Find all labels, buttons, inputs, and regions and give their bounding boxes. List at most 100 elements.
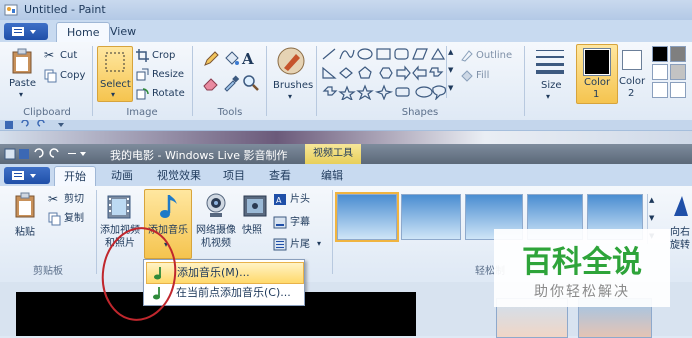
copy-icon [48,212,61,226]
watermark-subtitle: 助你轻松解决 [534,284,630,300]
moviemaker-tab-project[interactable]: 项目 [214,166,254,185]
scroll-up-icon: ▲ [649,196,655,204]
moviemaker-paste-label: 粘贴 [15,227,35,238]
clipboard-icon [12,48,32,74]
paint-size-button[interactable]: Size ▾ [528,44,572,118]
moviemaker-tab-home[interactable]: 开始 [54,166,96,186]
menu-icon [12,27,36,36]
pencil-icon [204,51,219,66]
eyedropper-icon [224,75,240,92]
eraser-tool-button[interactable] [202,74,220,92]
clipboard-icon [15,192,35,218]
context-tab-video-tools: 视频工具 [305,144,361,164]
credits-button[interactable]: 片尾 ▾ [273,237,329,253]
paint-file-menu-button[interactable] [4,23,48,40]
paint-paste-button[interactable]: Paste ▾ [6,46,40,100]
pencil-tool-button[interactable] [202,50,220,68]
palette-swatch[interactable] [652,64,668,80]
copy-icon [44,69,57,83]
scroll-up-icon: ▲ [448,48,454,56]
title-button-label: 片头 [290,194,310,205]
paint-fill-button[interactable]: Fill [460,68,524,84]
paint-color1-button[interactable]: Color 1 [576,44,618,104]
moviemaker-tab-view[interactable]: 查看 [260,166,300,185]
moviemaker-cut-button[interactable]: ✂ 剪切 [48,192,90,208]
add-music-button[interactable]: 添加音乐 ▾ [144,189,192,259]
caption-button[interactable]: 字幕 [273,215,329,231]
rotate-right-icon [674,196,688,216]
caption-button-label: 字幕 [290,217,310,228]
theme-thumbnail[interactable] [401,194,461,240]
moviemaker-file-menu-button[interactable] [4,167,50,184]
magnifier-tool-button[interactable] [242,74,260,92]
magnifier-icon [243,75,259,91]
paint-cut-button[interactable]: ✂ Cut [42,48,88,64]
palette-swatch[interactable] [652,46,668,62]
paint-title-bar: Untitled - Paint [0,0,692,20]
menu-icon [12,171,36,180]
add-video-photos-button[interactable]: 添加视频和照片 [99,190,141,256]
dropdown-item-add-music[interactable]: 添加音乐(M)... [146,262,304,284]
paint-fill-label: Fill [476,70,490,81]
divider [92,46,93,116]
film-photo-icon [107,195,131,219]
paint-rotate-button[interactable]: Rotate [135,86,189,102]
webcam-video-button[interactable]: 网络摄像机视频 [193,190,239,256]
chevron-down-icon: ▾ [111,90,116,99]
palette-swatch[interactable] [670,46,686,62]
add-music-label: 添加音乐 [148,225,188,236]
paint-brushes-label: Brushes [273,80,314,91]
dropdown-item-add-music-at-point[interactable]: 在当前点添加音乐(C)... [146,283,302,303]
divider [316,46,317,116]
paint-brushes-button[interactable]: Brushes ▾ [270,44,314,118]
fill-tool-button[interactable] [222,50,240,68]
quick-access-icons [5,120,64,129]
chevron-down-icon: ▾ [546,92,551,101]
add-music-dropdown-menu: 添加音乐(M)... 在当前点添加音乐(C)... [143,259,305,306]
snapshot-label: 快照 [242,225,262,236]
shapes-gallery-scrollbar[interactable]: ▲ ▼ ▼ [446,46,455,98]
paint-tab-view[interactable]: View [100,22,146,41]
color-palette[interactable] [650,46,692,102]
webcam-video-label: 网络摄像机视频 [196,225,236,249]
palette-swatch[interactable] [652,82,668,98]
moviemaker-clipboard-group-label: 剪贴板 [33,266,63,277]
moviemaker-tab-edit[interactable]: 编辑 [312,166,352,185]
caption-icon [273,216,287,229]
shapes-gallery[interactable] [320,46,454,100]
moviemaker-tab-visual-effects[interactable]: 视觉效果 [148,166,210,185]
rotate-right-button[interactable]: 向右旋转 [668,192,692,258]
title-button[interactable]: A 片头 [273,192,329,208]
webcam-icon [206,193,226,217]
palette-swatch[interactable] [670,82,686,98]
select-rectangle-icon [105,52,125,72]
moviemaker-tab-animations[interactable]: 动画 [102,166,142,185]
paint-color2-label: Color [619,76,646,87]
paint-cut-label: Cut [60,50,78,61]
paint-bucket-icon [225,51,239,65]
moviemaker-paste-button[interactable]: 粘贴 [12,192,42,240]
dropdown-item-add-music-label: 添加音乐(M)... [177,266,250,279]
paint-color1-label: Color [584,77,611,88]
theme-thumbnail[interactable] [335,192,399,242]
paint-color2-number: 2 [628,88,635,99]
snapshot-button[interactable]: 快照 [240,190,270,256]
music-note-icon [160,195,177,218]
paint-resize-button[interactable]: Resize [135,67,189,83]
text-tool-button[interactable]: A [242,50,260,68]
color-picker-button[interactable] [222,74,240,92]
rotate-icon [136,88,149,100]
paint-outline-button[interactable]: Outline [460,48,524,64]
paint-crop-button[interactable]: Crop [135,48,187,64]
paint-copy-button[interactable]: Copy [42,68,88,84]
paint-image-group: Select ▾ Crop Resize Rotate Image [95,44,189,118]
paint-copy-label: Copy [60,70,86,81]
credits-button-label: 片尾 [290,239,310,250]
palette-swatch[interactable] [670,64,686,80]
divider [266,46,267,116]
paint-select-button[interactable]: Select ▾ [97,46,133,102]
paint-image-group-label: Image [126,107,158,118]
paint-color2-button[interactable]: Color 2 [618,44,646,102]
paint-ribbon: Paste ▾ ✂ Cut Copy Clipboard Select ▾ Cr… [0,42,692,121]
moviemaker-copy-button[interactable]: 复制 [48,211,90,227]
